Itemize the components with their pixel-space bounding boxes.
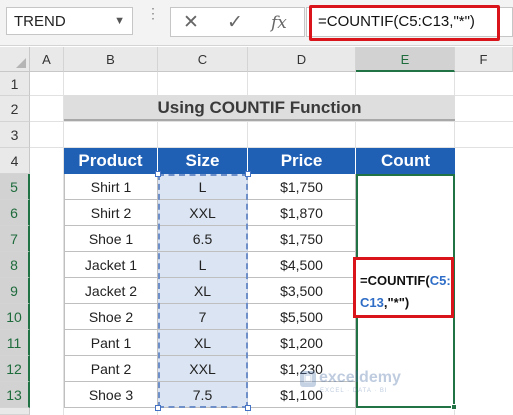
column-header-a[interactable]: A [30,47,64,72]
cell-product[interactable]: Pant 1 [64,330,158,356]
exceldemy-watermark: ▣ exceldemy EXCEL · DATA · BI [300,369,420,399]
row-header-11[interactable]: 11 [0,330,30,356]
column-header-b[interactable]: B [64,47,158,72]
fill-handle[interactable] [451,404,457,410]
insert-function-icon[interactable]: fx [271,13,287,33]
cancel-icon[interactable]: ✕ [183,11,199,34]
range-handle[interactable] [155,171,161,177]
formula-actions: ✕ ✓ fx [170,7,305,37]
header-product[interactable]: Product [64,148,158,174]
range-handle[interactable] [245,171,251,177]
range-handle[interactable] [155,405,161,411]
chevron-down-icon[interactable]: ▼ [114,15,125,27]
watermark-tagline: EXCEL · DATA · BI [320,388,388,394]
cell-price[interactable]: $1,870 [248,200,356,226]
cell-product[interactable]: Shirt 1 [64,174,158,200]
row-header-10[interactable]: 10 [0,304,30,330]
column-header-c[interactable]: C [158,47,248,72]
header-price[interactable]: Price [248,148,356,174]
cell-price[interactable]: $1,200 [248,330,356,356]
row-header-7[interactable]: 7 [0,226,30,252]
name-box[interactable]: TREND ▼ [6,7,133,35]
cell-product[interactable]: Pant 2 [64,356,158,382]
cell-price[interactable]: $5,500 [248,304,356,330]
row-header-2[interactable]: 2 [0,96,30,122]
cell-product[interactable]: Jacket 1 [64,252,158,278]
cell-price[interactable]: $1,750 [248,174,356,200]
header-size[interactable]: Size [158,148,248,174]
formula-text: =COUNTIF(C5:C13,"*") [318,13,475,30]
formula-range-ref-end: C13 [360,295,384,310]
cell-product[interactable]: Jacket 2 [64,278,158,304]
referenced-range-outline [158,174,248,408]
cell-product[interactable]: Shoe 2 [64,304,158,330]
column-header-f[interactable]: F [455,47,513,72]
watermark-name: exceldemy [319,369,401,386]
row-header-9[interactable]: 9 [0,278,30,304]
select-all-corner[interactable] [0,47,30,72]
row-header-6[interactable]: 6 [0,200,30,226]
row-header-14[interactable] [0,408,30,415]
cell-price[interactable]: $3,500 [248,278,356,304]
header-count[interactable]: Count [356,148,455,174]
cell-price[interactable]: $4,500 [248,252,356,278]
row-header-13[interactable]: 13 [0,382,30,408]
row-header-4[interactable]: 4 [0,148,30,174]
select-all-icon [16,58,26,68]
exceldemy-logo-icon: ▣ [300,371,316,387]
row-header-5[interactable]: 5 [0,174,30,200]
more-options-icon[interactable]: ⋮ [146,6,160,20]
enter-icon[interactable]: ✓ [227,11,243,34]
formula-function-text: =COUNTIF( [360,273,430,288]
row-header-3[interactable]: 3 [0,122,30,148]
name-box-value: TREND [14,13,66,30]
sheet-title[interactable]: Using COUNTIF Function [64,95,455,121]
formula-range-ref-start: C5: [429,273,451,288]
cell-product[interactable]: Shoe 1 [64,226,158,252]
column-header-e[interactable]: E [356,47,455,72]
column-header-d[interactable]: D [248,47,356,72]
cell-product[interactable]: Shoe 3 [64,382,158,408]
row-header-12[interactable]: 12 [0,356,30,382]
row-header-8[interactable]: 8 [0,252,30,278]
cell-product[interactable]: Shirt 2 [64,200,158,226]
row-header-1[interactable]: 1 [0,72,30,96]
cell-price[interactable]: $1,750 [248,226,356,252]
formula-bar: TREND ▼ ⋮ ✕ ✓ fx =COUNTIF(C5:C13,"*") [0,0,513,46]
cell-formula-editor[interactable]: =COUNTIF(C5: C13,"*") [353,257,454,318]
range-handle[interactable] [245,405,251,411]
gridline [30,121,513,122]
formula-criteria-text: ,"*") [383,295,410,310]
